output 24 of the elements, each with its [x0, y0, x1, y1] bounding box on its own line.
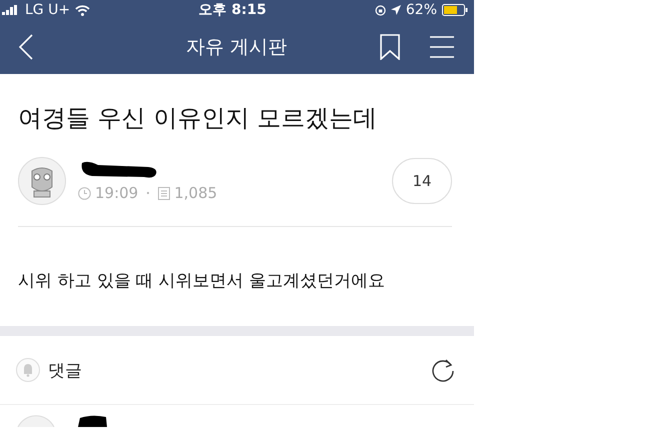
location-arrow-icon: [390, 5, 401, 15]
document-icon: [158, 186, 170, 200]
menu-icon[interactable]: [430, 36, 454, 58]
avatar-icon: [16, 415, 56, 427]
avatar-icon: [18, 157, 66, 205]
carrier-name: LG U+: [25, 2, 70, 18]
post-time: 19:09: [95, 184, 138, 202]
post-body: 시위 하고 있을 때 시위보면서 울고계셨던거에요: [18, 270, 386, 293]
battery-icon: [442, 4, 468, 16]
post-title: 여경들 우신 이유인지 모르겠는데: [18, 103, 378, 134]
wifi-icon: [75, 4, 90, 16]
comments-label: 댓글: [48, 360, 83, 382]
signal-icon: [2, 5, 20, 15]
refresh-icon[interactable]: [430, 357, 456, 383]
bookmark-icon[interactable]: [380, 34, 400, 60]
redaction-mark: [76, 415, 108, 427]
comment-count-bubble[interactable]: 14: [392, 158, 452, 204]
battery-percent: 62%: [406, 2, 437, 18]
status-time: 오후 8:15: [198, 1, 266, 19]
rotation-lock-icon: [374, 4, 386, 16]
board-title: 자유 게시판: [184, 35, 288, 60]
view-count: 1,085: [174, 184, 218, 202]
clock-icon: [78, 186, 91, 200]
back-icon[interactable]: [19, 34, 33, 60]
